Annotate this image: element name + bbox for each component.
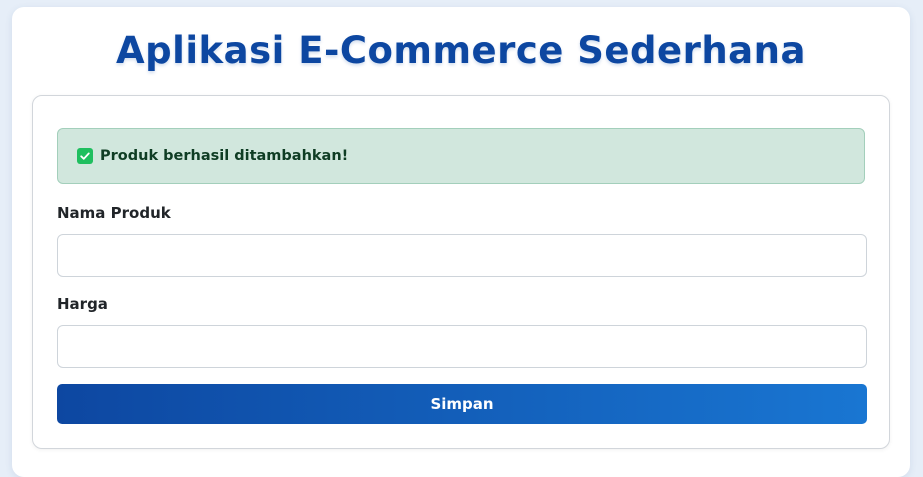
- product-name-input[interactable]: [57, 234, 867, 277]
- page-title: Aplikasi E-Commerce Sederhana: [116, 29, 806, 72]
- app-container: Aplikasi E-Commerce Sederhana Produk ber…: [12, 7, 910, 477]
- alert-message: Produk berhasil ditambahkan!: [100, 148, 349, 164]
- product-name-label: Nama Produk: [57, 204, 171, 222]
- price-label: Harga: [57, 295, 108, 313]
- success-alert: Produk berhasil ditambahkan!: [57, 128, 865, 184]
- save-button[interactable]: Simpan: [57, 384, 867, 424]
- check-square-icon: [77, 148, 93, 164]
- product-form-card: Produk berhasil ditambahkan! Nama Produk…: [32, 95, 890, 449]
- price-input[interactable]: [57, 325, 867, 368]
